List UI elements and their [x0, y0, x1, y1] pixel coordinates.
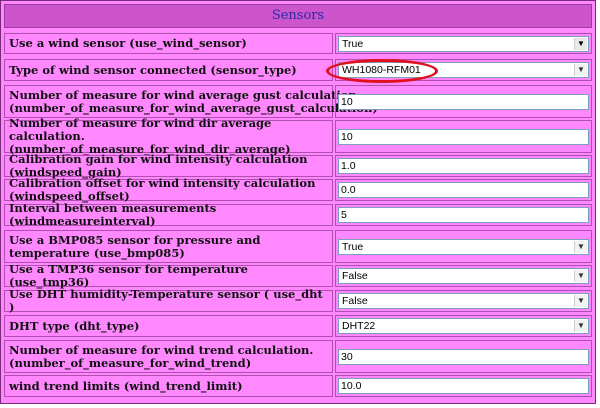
chevron-down-icon[interactable]: ▼ [574, 37, 587, 50]
control-cell: False ▼ [335, 290, 592, 312]
row-use-wind-sensor: Use a wind sensor (use_wind_sensor) True… [4, 33, 592, 54]
wind-trend-input[interactable]: 30 [338, 348, 589, 365]
row-use-tmp36: Use a TMP36 sensor for temperature (use_… [4, 263, 592, 289]
chevron-down-icon[interactable]: ▼ [574, 64, 587, 76]
wind-dir-average-input[interactable]: 10 [338, 128, 589, 145]
row-wind-average-gust: Number of measure for wind average gust … [4, 85, 592, 118]
use-wind-sensor-select[interactable]: True ▼ [338, 35, 589, 52]
chevron-down-icon[interactable]: ▼ [574, 295, 587, 307]
control-cell: True ▼ [335, 33, 592, 54]
chevron-down-icon[interactable]: ▼ [574, 270, 587, 282]
control-cell: DHT22 ▼ [335, 315, 592, 337]
control-cell: 5 [335, 204, 592, 226]
row-label: Use a BMP085 sensor for pressure and tem… [4, 230, 333, 263]
use-dht-select[interactable]: False ▼ [338, 293, 589, 309]
control-cell: 10 [335, 120, 592, 153]
control-cell: 1.0 [335, 155, 592, 177]
control-cell: WH1080-RFM01 ▼ [335, 59, 592, 81]
control-cell: True ▼ [335, 230, 592, 263]
row-label: Type of wind sensor connected (sensor_ty… [4, 59, 333, 81]
sensors-panel: Sensors Use a wind sensor (use_wind_sens… [0, 0, 596, 404]
control-cell: False ▼ [335, 265, 592, 287]
wind-average-gust-input[interactable]: 10 [338, 93, 589, 110]
row-label: Use a TMP36 sensor for temperature (use_… [4, 263, 333, 289]
row-label: Calibration gain for wind intensity calc… [4, 153, 333, 179]
control-cell: 30 [335, 340, 592, 373]
row-use-dht: Use DHT humidity-Temperature sensor ( us… [4, 288, 592, 314]
row-windspeed-offset: Calibration offset for wind intensity ca… [4, 177, 592, 203]
row-label: wind trend limits (wind_trend_limit) [4, 375, 333, 397]
windspeed-offset-input[interactable]: 0.0 [338, 182, 589, 198]
sensor-type-select[interactable]: WH1080-RFM01 ▼ [338, 62, 589, 78]
row-windmeasureinterval: Interval between measurements (windmeasu… [4, 202, 592, 228]
select-value: True [342, 37, 364, 50]
row-label: Calibration offset for wind intensity ca… [4, 177, 333, 203]
select-value: False [342, 270, 368, 282]
control-cell: 0.0 [335, 179, 592, 201]
row-label: Number of measure for wind average gust … [4, 85, 378, 118]
select-value: WH1080-RFM01 [342, 64, 421, 76]
wind-trend-limit-input[interactable]: 10.0 [338, 378, 589, 394]
row-label: Use DHT humidity-Temperature sensor ( us… [4, 288, 333, 314]
use-bmp085-select[interactable]: True ▼ [338, 238, 589, 255]
row-label: Number of measure for wind trend calcula… [4, 340, 333, 373]
row-wind-trend: Number of measure for wind trend calcula… [4, 340, 592, 373]
row-dht-type: DHT type (dht_type) DHT22 ▼ [4, 315, 592, 337]
chevron-down-icon[interactable]: ▼ [574, 240, 587, 253]
row-label: Interval between measurements (windmeasu… [4, 202, 333, 228]
row-label: DHT type (dht_type) [4, 315, 333, 337]
row-wind-trend-limit: wind trend limits (wind_trend_limit) 10.… [4, 375, 592, 397]
row-sensor-type: Type of wind sensor connected (sensor_ty… [4, 59, 592, 81]
select-value: False [342, 295, 368, 307]
chevron-down-icon[interactable]: ▼ [574, 320, 587, 332]
control-cell: 10 [335, 85, 592, 118]
control-cell: 10.0 [335, 375, 592, 397]
row-use-bmp085: Use a BMP085 sensor for pressure and tem… [4, 230, 592, 263]
dht-type-select[interactable]: DHT22 ▼ [338, 318, 589, 334]
section-title: Sensors [4, 4, 592, 28]
row-label: Use a wind sensor (use_wind_sensor) [4, 33, 333, 54]
use-tmp36-select[interactable]: False ▼ [338, 268, 589, 284]
select-value: True [342, 240, 364, 253]
windmeasureinterval-input[interactable]: 5 [338, 207, 589, 223]
row-wind-dir-average: Number of measure for wind dir average c… [4, 117, 592, 156]
row-label: Number of measure for wind dir average c… [4, 117, 333, 156]
select-value: DHT22 [342, 320, 376, 332]
row-windspeed-gain: Calibration gain for wind intensity calc… [4, 153, 592, 179]
windspeed-gain-input[interactable]: 1.0 [338, 158, 589, 174]
